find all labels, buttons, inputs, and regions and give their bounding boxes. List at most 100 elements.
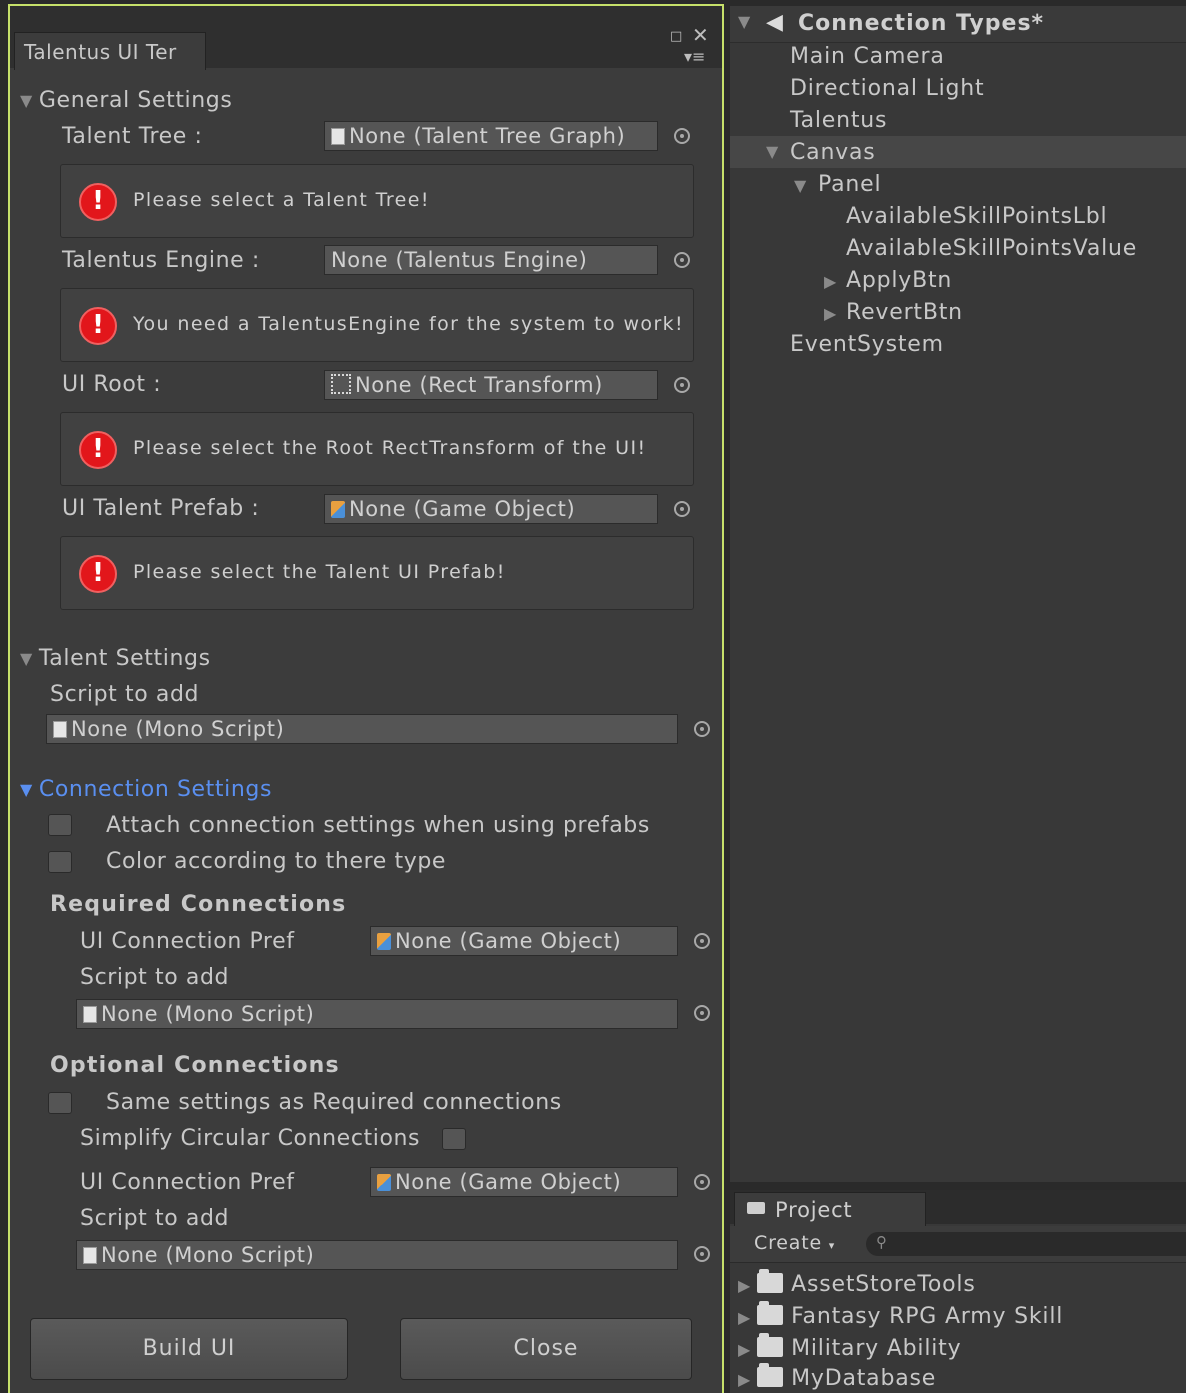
talent-settings-foldout[interactable]: ▼ Talent Settings xyxy=(20,646,211,671)
color-by-type-checkbox[interactable] xyxy=(48,851,72,873)
optional-pref-field[interactable]: None (Game Object) xyxy=(370,1167,678,1197)
error-icon: ! xyxy=(79,555,117,593)
folder-label: AssetStoreTools xyxy=(791,1272,976,1297)
ui-talent-prefab-field[interactable]: None (Game Object) xyxy=(324,494,658,524)
error-icon: ! xyxy=(79,183,117,221)
project-toolbar: Create ▾ ⚲ xyxy=(730,1226,1186,1263)
search-icon: ⚲ xyxy=(876,1233,887,1251)
foldout-open-icon: ▼ xyxy=(20,91,33,110)
hierarchy-item-available-skill-points-lbl[interactable]: AvailableSkillPointsLbl xyxy=(846,204,1107,229)
talent-script-label: Script to add xyxy=(50,682,200,707)
optional-script-label: Script to add xyxy=(80,1206,230,1231)
project-search-input[interactable]: ⚲ xyxy=(866,1232,1186,1256)
ui-root-error-box: ! Please select the Root RectTransform o… xyxy=(60,412,694,486)
close-button[interactable]: Close xyxy=(400,1318,692,1380)
talent-tree-label: Talent Tree : xyxy=(62,124,203,149)
hierarchy-item-main-camera[interactable]: Main Camera xyxy=(790,44,945,69)
attach-settings-checkbox[interactable] xyxy=(48,814,72,836)
talentus-engine-value: None (Talentus Engine) xyxy=(331,248,588,272)
folder-item[interactable]: ▶ AssetStoreTools xyxy=(738,1269,976,1297)
hierarchy-item-available-skill-points-value[interactable]: AvailableSkillPointsValue xyxy=(846,236,1137,261)
talent-settings-header: Talent Settings xyxy=(38,646,211,671)
ui-root-label: UI Root : xyxy=(62,372,162,397)
hierarchy-item-event-system[interactable]: EventSystem xyxy=(790,332,944,357)
scene-name: Connection Types* xyxy=(798,11,1045,36)
folder-label: Fantasy RPG Army Skill xyxy=(791,1304,1064,1329)
foldout-open-icon: ▼ xyxy=(20,780,33,799)
foldout-closed-icon[interactable]: ▶ xyxy=(824,304,836,323)
build-ui-button[interactable]: Build UI xyxy=(30,1318,348,1380)
foldout-open-icon: ▼ xyxy=(20,649,33,668)
hierarchy-item-canvas: Canvas xyxy=(790,140,876,165)
object-picker-icon[interactable] xyxy=(674,377,690,393)
simplify-circular-label: Simplify Circular Connections xyxy=(80,1126,421,1151)
talentus-engine-error-box: ! You need a TalentusEngine for the syst… xyxy=(60,288,694,362)
game-object-icon xyxy=(377,1174,391,1191)
simplify-circular-checkbox[interactable] xyxy=(442,1128,466,1150)
foldout-closed-icon: ▶ xyxy=(738,1340,752,1359)
error-icon: ! xyxy=(79,431,117,469)
hierarchy-item-talentus[interactable]: Talentus xyxy=(790,108,887,133)
maximize-icon[interactable]: □ xyxy=(670,28,682,46)
window-tab[interactable]: Talentus UI Ter xyxy=(14,32,206,70)
ui-root-value: None (Rect Transform) xyxy=(355,373,603,397)
talent-script-field[interactable]: None (Mono Script) xyxy=(46,714,678,744)
object-picker-icon[interactable] xyxy=(694,1005,710,1021)
same-settings-label: Same settings as Required connections xyxy=(106,1090,562,1115)
foldout-open-icon: ▼ xyxy=(794,176,807,195)
scene-row[interactable]: ▼ ◀ Connection Types* xyxy=(730,6,1186,43)
optional-script-field[interactable]: None (Mono Script) xyxy=(76,1240,678,1270)
optional-pref-label: UI Connection Pref xyxy=(80,1170,295,1195)
ui-talent-prefab-value: None (Game Object) xyxy=(349,497,576,521)
required-connections-header: Required Connections xyxy=(50,892,347,917)
project-tab[interactable]: Project xyxy=(734,1192,926,1226)
close-icon[interactable]: ✕ xyxy=(692,25,709,45)
foldout-closed-icon[interactable]: ▶ xyxy=(824,272,836,291)
foldout-closed-icon: ▶ xyxy=(738,1308,752,1327)
ui-talent-prefab-label: UI Talent Prefab : xyxy=(62,496,260,521)
window-menu-icon[interactable]: ▾≡ xyxy=(684,48,705,66)
folder-item[interactable]: ▶ MyDatabase xyxy=(738,1363,937,1391)
required-pref-value: None (Game Object) xyxy=(395,929,622,953)
error-message: You need a TalentusEngine for the system… xyxy=(133,313,685,335)
object-picker-icon[interactable] xyxy=(694,1174,710,1190)
same-settings-checkbox[interactable] xyxy=(48,1092,72,1114)
connection-settings-foldout[interactable]: ▼ Connection Settings xyxy=(20,777,272,802)
object-picker-icon[interactable] xyxy=(674,252,690,268)
object-picker-icon[interactable] xyxy=(694,1246,710,1262)
unity-scene-icon: ◀ xyxy=(766,10,783,35)
talentus-engine-field[interactable]: None (Talentus Engine) xyxy=(324,245,658,275)
foldout-closed-icon: ▶ xyxy=(738,1276,752,1295)
folder-label: Military Ability xyxy=(791,1336,962,1361)
hierarchy-row-canvas[interactable]: ▼ Canvas xyxy=(730,136,1186,168)
object-picker-icon[interactable] xyxy=(674,501,690,517)
general-settings-header: General Settings xyxy=(38,88,233,113)
foldout-open-icon: ▼ xyxy=(766,142,779,161)
project-tab-label: Project xyxy=(775,1198,853,1222)
object-picker-icon[interactable] xyxy=(694,721,710,737)
general-settings-foldout[interactable]: ▼ General Settings xyxy=(20,88,232,113)
talent-tree-field[interactable]: None (Talent Tree Graph) xyxy=(324,121,658,151)
connection-settings-header: Connection Settings xyxy=(38,777,273,802)
object-picker-icon[interactable] xyxy=(674,128,690,144)
folder-label: MyDatabase xyxy=(791,1366,937,1391)
window-tabbar: Talentus UI Ter □ ✕ ▾≡ xyxy=(10,6,722,70)
error-message: Please select the Root RectTransform of … xyxy=(133,437,647,459)
required-script-label: Script to add xyxy=(80,965,230,990)
hierarchy-item-apply-btn[interactable]: ApplyBtn xyxy=(846,268,952,293)
object-picker-icon[interactable] xyxy=(694,933,710,949)
folder-icon xyxy=(757,1269,784,1293)
hierarchy-item-directional-light[interactable]: Directional Light xyxy=(790,76,984,101)
ui-root-field[interactable]: None (Rect Transform) xyxy=(324,370,658,400)
hierarchy-item-revert-btn[interactable]: RevertBtn xyxy=(846,300,963,325)
required-script-field[interactable]: None (Mono Script) xyxy=(76,999,678,1029)
folder-item[interactable]: ▶ Military Ability xyxy=(738,1333,962,1361)
project-panel: Project Create ▾ ⚲ ▶ AssetStoreTools ▶ Fan… xyxy=(730,1190,1186,1393)
hierarchy-item-panel[interactable]: Panel xyxy=(818,172,881,197)
required-pref-field[interactable]: None (Game Object) xyxy=(370,926,678,956)
folder-item[interactable]: ▶ Fantasy RPG Army Skill xyxy=(738,1301,1064,1329)
foldout-open-icon: ▼ xyxy=(738,12,751,31)
asset-icon xyxy=(331,128,345,145)
game-object-icon xyxy=(331,501,345,518)
create-dropdown[interactable]: Create ▾ xyxy=(754,1232,835,1254)
